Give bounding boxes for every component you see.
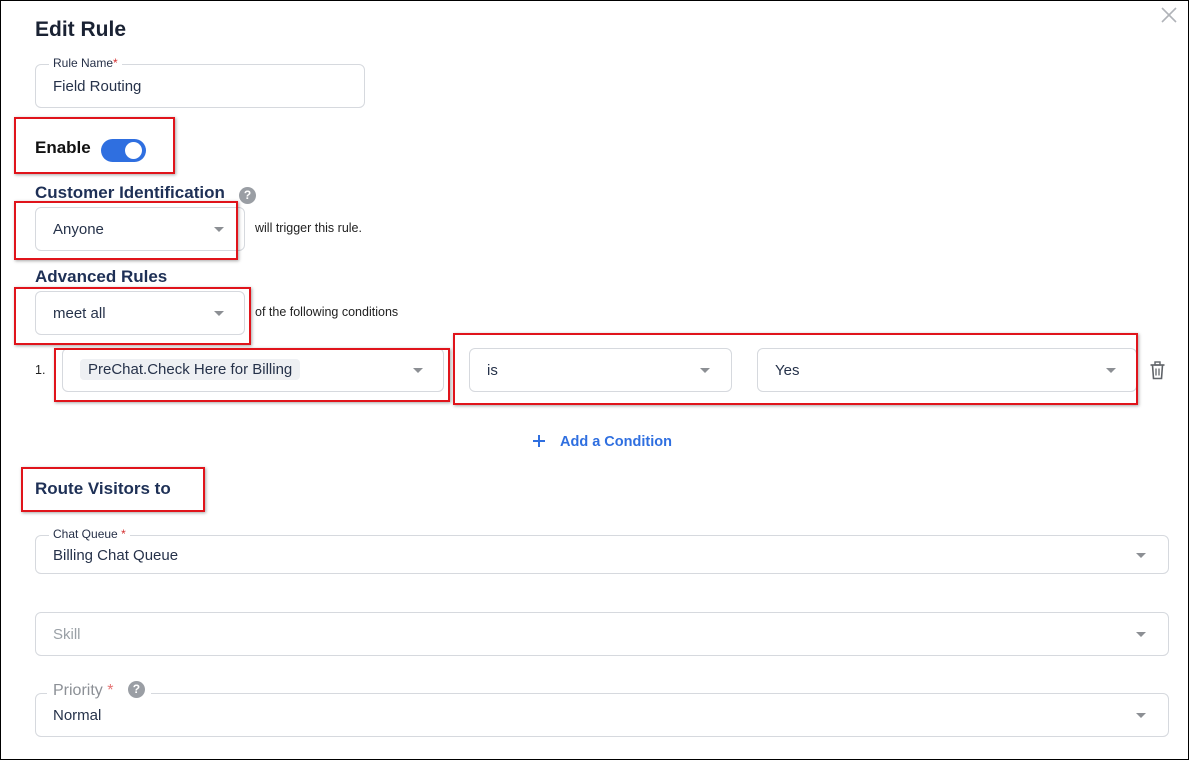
annotation-box-advanced-rules (14, 287, 251, 345)
chat-queue-label: Chat Queue * (49, 527, 130, 541)
priority-label: Priority * ? (47, 680, 151, 704)
edit-rule-dialog: Edit Rule Field Routing Rule Name* Enabl… (0, 0, 1189, 760)
customer-identification-heading: Customer Identification (35, 183, 225, 202)
priority-select[interactable]: Normal (35, 693, 1169, 737)
annotation-box-customer-identification (14, 201, 238, 260)
required-mark: * (113, 56, 118, 70)
priority-value: Normal (53, 707, 102, 724)
toggle-knob (125, 142, 142, 159)
enable-toggle[interactable] (101, 139, 146, 162)
advanced-rules-heading: Advanced Rules (35, 267, 168, 286)
priority-label-text: Priority (53, 682, 103, 699)
skill-placeholder: Skill (53, 626, 81, 643)
required-mark: * (121, 527, 126, 541)
rule-name-field[interactable]: Field Routing (35, 64, 365, 108)
chat-queue-value: Billing Chat Queue (53, 547, 179, 564)
dialog-title: Edit Rule (35, 18, 127, 41)
rule-name-label-text: Rule Name (53, 56, 114, 70)
advanced-rules-suffix: of the following conditions (255, 305, 399, 319)
rule-name-value: Field Routing (53, 78, 142, 95)
trash-icon[interactable] (1149, 361, 1166, 380)
chevron-down-icon (1136, 713, 1146, 718)
chevron-down-icon (1136, 632, 1146, 637)
chat-queue-select[interactable]: Billing Chat Queue (35, 535, 1169, 574)
annotation-box-condition-field (54, 348, 450, 402)
chat-queue-label-text: Chat Queue (53, 527, 118, 541)
route-visitors-heading: Route Visitors to (35, 479, 171, 498)
condition-index: 1. (35, 363, 46, 377)
customer-identification-suffix: will trigger this rule. (255, 221, 362, 235)
help-icon[interactable]: ? (239, 187, 256, 204)
add-condition-label: Add a Condition (560, 434, 672, 450)
annotation-box-condition-operator-value (453, 333, 1138, 405)
enable-label: Enable (35, 138, 91, 157)
required-mark: * (107, 682, 114, 699)
close-icon[interactable] (1159, 5, 1179, 25)
plus-icon (533, 435, 545, 447)
chevron-down-icon (1136, 553, 1146, 558)
help-icon[interactable]: ? (127, 680, 145, 698)
skill-select[interactable]: Skill (35, 612, 1169, 656)
rule-name-label: Rule Name* (49, 56, 122, 70)
